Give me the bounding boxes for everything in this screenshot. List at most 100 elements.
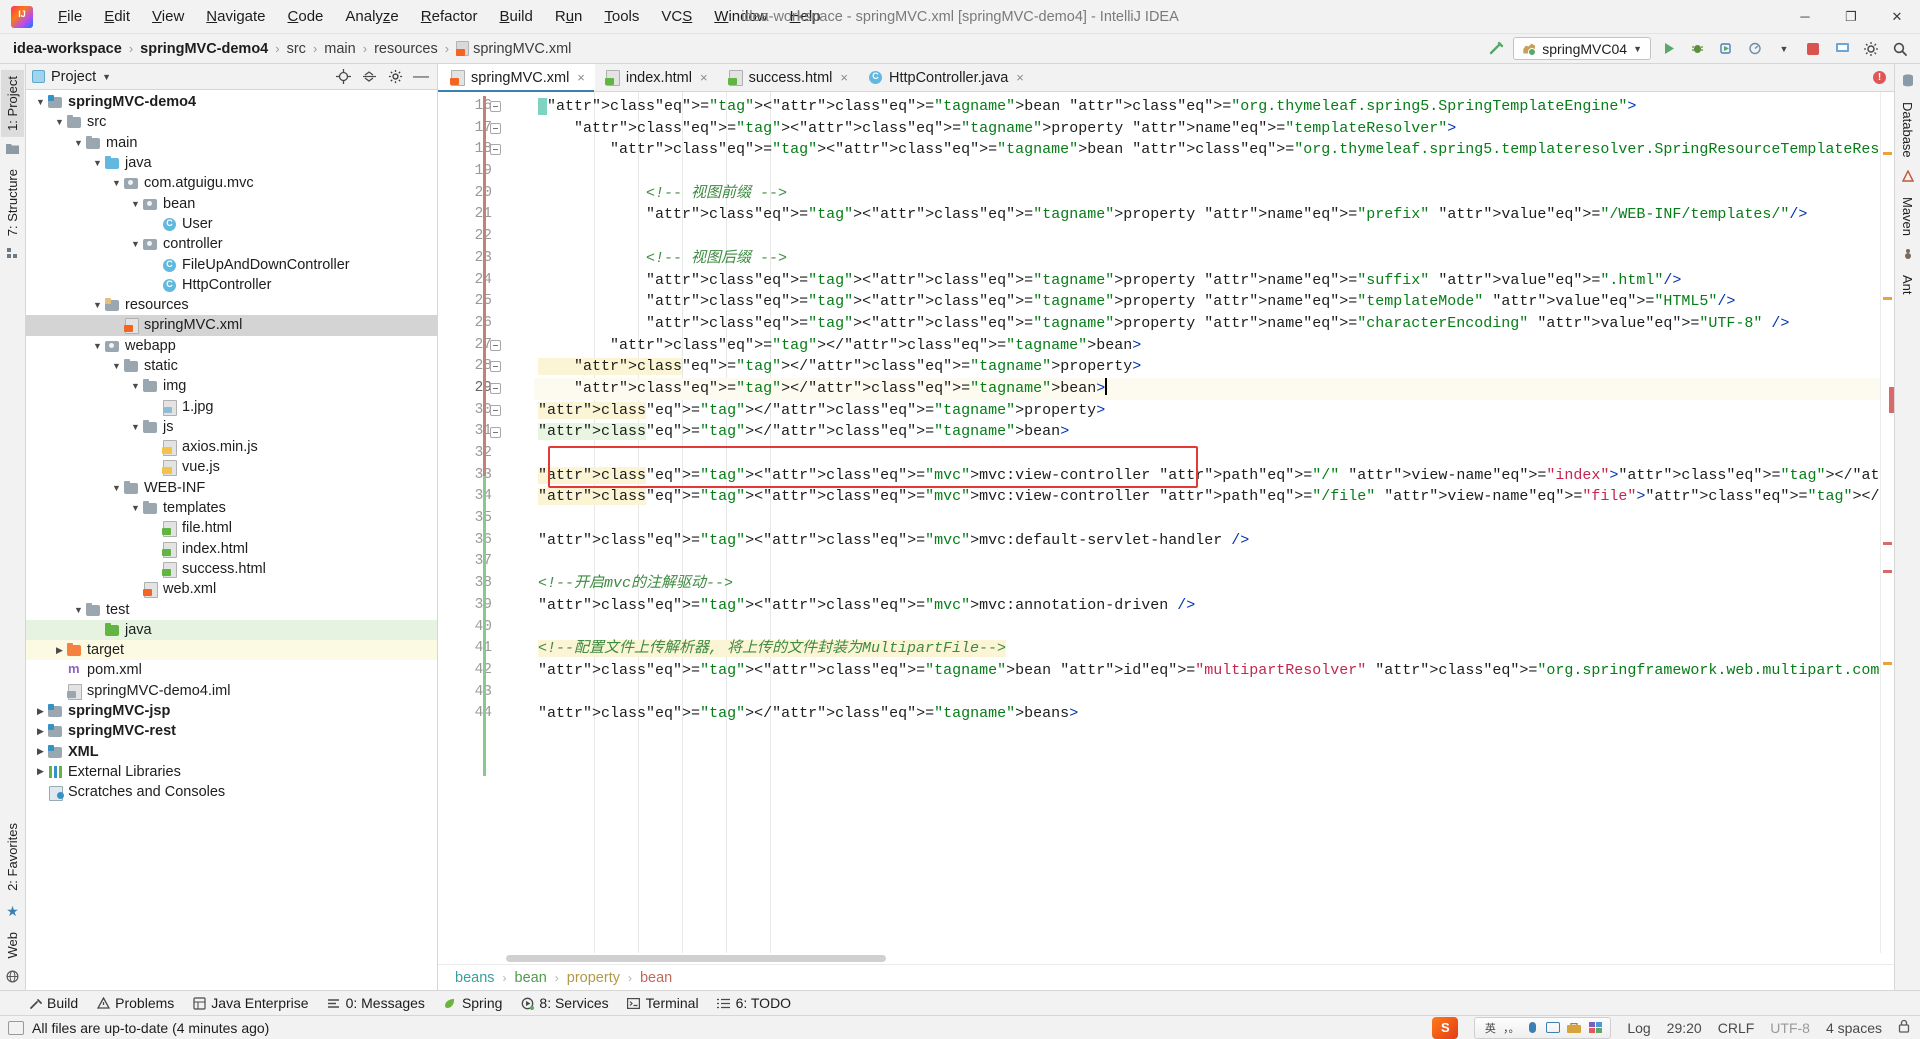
tree-node-xml[interactable]: ▶ XML: [26, 742, 437, 762]
code-line[interactable]: "attr">class"eq">="tag"></"attr">class"e…: [534, 703, 1880, 725]
tree-node-axios-min-js[interactable]: axios.min.js: [26, 437, 437, 457]
code-line[interactable]: [534, 508, 1880, 530]
maximize-button[interactable]: ❐: [1828, 0, 1874, 34]
ime-language-toggle[interactable]: 英: [1483, 1021, 1497, 1035]
tree-node-pom-xml[interactable]: pom.xml: [26, 660, 437, 680]
tree-node-test[interactable]: ▼ test: [26, 599, 437, 619]
tree-node-templates[interactable]: ▼ templates: [26, 498, 437, 518]
code-line[interactable]: "attr">class"eq">="tag"></"attr">class"e…: [534, 377, 1880, 400]
menu-vcs[interactable]: VCS: [650, 4, 703, 29]
chevron-down-icon[interactable]: ▼: [129, 381, 142, 391]
editor-breadcrumb-item-3[interactable]: bean: [637, 970, 675, 986]
code-line[interactable]: "attr">class"eq">="tag"></"attr">class"e…: [534, 421, 1880, 443]
settings-gear-icon[interactable]: [385, 67, 405, 87]
editor-tab-index-html[interactable]: index.html ×: [595, 64, 718, 91]
menu-tools[interactable]: Tools: [593, 4, 650, 29]
tree-node-springmvc-jsp[interactable]: ▶ springMVC-jsp: [26, 701, 437, 721]
code-fold-toggle[interactable]: [490, 144, 501, 156]
chevron-down-icon[interactable]: ▼: [129, 422, 142, 432]
breadcrumb-item-2[interactable]: src: [284, 39, 309, 59]
editor-breadcrumb-item-0[interactable]: beans: [452, 970, 498, 986]
hide-panel-icon[interactable]: —: [411, 67, 431, 87]
menu-file[interactable]: File: [47, 4, 93, 29]
tree-node-vue-js[interactable]: vue.js: [26, 457, 437, 477]
chevron-down-icon[interactable]: ▼: [72, 605, 85, 615]
code-line[interactable]: [534, 682, 1880, 704]
scrollbar-thumb[interactable]: [506, 955, 886, 962]
sidebar-tab-structure[interactable]: 7: Structure: [1, 163, 24, 242]
run-icon[interactable]: [1656, 37, 1680, 61]
code-line[interactable]: [534, 551, 1880, 573]
editor-breadcrumb-item-1[interactable]: bean: [512, 970, 550, 986]
close-icon[interactable]: ×: [1016, 70, 1024, 85]
chevron-down-icon[interactable]: ▼: [129, 239, 142, 249]
menu-navigate[interactable]: Navigate: [195, 4, 276, 29]
editor-tab-springmvc-xml[interactable]: springMVC.xml ×: [438, 64, 595, 92]
code-line[interactable]: [534, 226, 1880, 248]
code-line[interactable]: [534, 161, 1880, 183]
menu-window[interactable]: Window: [703, 4, 778, 29]
locate-file-icon[interactable]: [333, 67, 353, 87]
tool-window-terminal[interactable]: Terminal: [627, 995, 699, 1011]
changed-lines-marker[interactable]: [483, 96, 486, 476]
update-project-icon[interactable]: [1830, 37, 1854, 61]
code-fold-toggle[interactable]: [490, 361, 501, 373]
editor-horizontal-scroll[interactable]: [438, 953, 1894, 964]
tree-node-external-libraries[interactable]: ▶ External Libraries: [26, 762, 437, 782]
sidebar-tab-favorites[interactable]: 2: Favorites: [1, 817, 24, 897]
tree-node-web-inf[interactable]: ▼ WEB-INF: [26, 478, 437, 498]
mic-icon[interactable]: [1525, 1021, 1539, 1035]
debug-icon[interactable]: [1685, 37, 1709, 61]
chevron-down-icon[interactable]: ▼: [110, 361, 123, 371]
status-line-separator[interactable]: CRLF: [1718, 1020, 1755, 1036]
code-fold-toggle[interactable]: [490, 101, 501, 112]
chevron-down-icon[interactable]: ▼: [91, 341, 104, 351]
ime-menu-icon[interactable]: [1588, 1021, 1602, 1035]
close-button[interactable]: ✕: [1874, 0, 1920, 34]
code-line[interactable]: "attr">class"eq">="tag"><"attr">class"eq…: [534, 465, 1880, 487]
search-everywhere-icon[interactable]: [1888, 37, 1912, 61]
menu-build[interactable]: Build: [488, 4, 543, 29]
run-configuration-selector[interactable]: springMVC04 ▼: [1513, 37, 1651, 60]
code-line[interactable]: "attr">class"eq">="tag"><"attr">class"eq…: [534, 96, 1880, 118]
tree-node-static[interactable]: ▼ static: [26, 356, 437, 376]
tool-window-6-todo[interactable]: 6: TODO: [717, 995, 791, 1011]
code-line[interactable]: <!-- 视图后缀 -->: [534, 248, 1880, 270]
tool-window-problems[interactable]: Problems: [96, 995, 174, 1011]
tree-node-springmvc-rest[interactable]: ▶ springMVC-rest: [26, 721, 437, 741]
collapse-all-icon[interactable]: [359, 67, 379, 87]
keyboard-icon[interactable]: [1546, 1021, 1561, 1035]
minimize-button[interactable]: ─: [1782, 0, 1828, 34]
editor-gutter[interactable]: 1617181920212223242526272829303132333435…: [438, 92, 534, 953]
code-line[interactable]: "attr">class"eq">="tag"></"attr">class"e…: [534, 356, 1880, 378]
code-fold-toggle[interactable]: [490, 404, 501, 416]
code-fold-toggle[interactable]: [490, 122, 501, 134]
toolbox-icon[interactable]: [1567, 1021, 1582, 1035]
ime-panel[interactable]: 英 ，。: [1474, 1016, 1612, 1039]
code-line[interactable]: "attr">class"eq">="tag"></"attr">class"e…: [534, 335, 1880, 357]
code-fold-toggle[interactable]: [490, 339, 501, 351]
tree-node-file-html[interactable]: file.html: [26, 518, 437, 538]
code-fold-toggle[interactable]: [490, 383, 501, 395]
tree-node-java[interactable]: ▼ java: [26, 153, 437, 173]
code-line[interactable]: "attr">class"eq">="tag"><"attr">class"eq…: [534, 204, 1880, 226]
tree-node-httpcontroller[interactable]: HttpController: [26, 275, 437, 295]
added-lines-marker[interactable]: [483, 476, 486, 776]
tool-window-8-services[interactable]: 8: Services: [520, 995, 609, 1011]
code-line[interactable]: <!--配置文件上传解析器, 将上传的文件封装为MultipartFile-->: [534, 638, 1880, 660]
chevron-down-icon[interactable]: ▼: [110, 178, 123, 188]
settings-icon[interactable]: [1859, 37, 1883, 61]
breadcrumb-item-1[interactable]: springMVC-demo4: [137, 39, 271, 59]
close-icon[interactable]: ×: [700, 70, 708, 85]
code-line[interactable]: <!--开启mvc的注解驱动-->: [534, 573, 1880, 595]
tree-node-index-html[interactable]: index.html: [26, 539, 437, 559]
chevron-down-icon[interactable]: ▼: [102, 72, 111, 82]
tool-window-0-messages[interactable]: 0: Messages: [327, 995, 425, 1011]
menu-view[interactable]: View: [141, 4, 195, 29]
chevron-down-icon[interactable]: ▼: [72, 138, 85, 148]
chevron-right-icon[interactable]: ▶: [34, 726, 47, 737]
status-encoding[interactable]: UTF-8: [1770, 1020, 1810, 1036]
tree-node-target[interactable]: ▶ target: [26, 640, 437, 661]
editor-tab-httpcontroller-java[interactable]: HttpController.java ×: [858, 64, 1034, 91]
status-indent[interactable]: 4 spaces: [1826, 1020, 1882, 1036]
